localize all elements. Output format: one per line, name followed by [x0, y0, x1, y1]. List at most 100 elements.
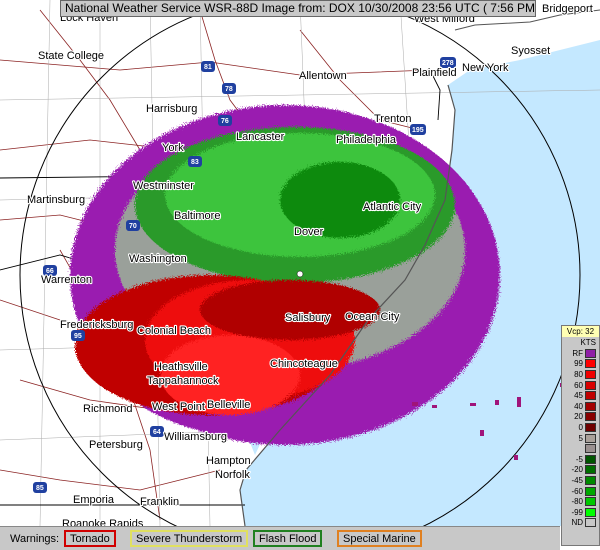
warnings-label: Warnings:: [10, 533, 60, 545]
city-richmond: Richmond: [83, 403, 133, 415]
shield-81-icon: 81: [201, 61, 215, 72]
city-norfolk: Norfolk: [215, 469, 250, 481]
svg-text:195: 195: [412, 127, 424, 134]
svg-text:95: 95: [74, 333, 82, 340]
shield-64-icon: 64: [150, 426, 164, 437]
svg-text:83: 83: [191, 159, 199, 166]
legend-entry-label: 60: [574, 380, 583, 390]
city-ocean-city: Ocean City: [345, 311, 400, 323]
svg-text:76: 76: [221, 118, 229, 125]
svg-text:64: 64: [153, 429, 161, 436]
city-chincoteague: Chincoteague: [270, 358, 338, 370]
city-williamsburg: Williamsburg: [164, 431, 227, 443]
city-dover: Dover: [294, 226, 324, 238]
shield-195-icon: 195: [410, 124, 426, 135]
special-marine-warning-button[interactable]: Special Marine: [337, 530, 422, 547]
legend-swatch: [585, 391, 596, 401]
legend-entry-label: 5: [578, 433, 583, 443]
legend-swatch: [585, 401, 596, 411]
city-plainfield: Plainfield: [412, 67, 457, 79]
legend-swatch: [585, 444, 596, 454]
city-bridgeport: Bridgeport: [542, 3, 593, 15]
legend-entry-label: -20: [571, 465, 583, 475]
shield-95-icon: 95: [71, 330, 85, 341]
city-atlantic-city: Atlantic City: [363, 201, 422, 213]
legend-entry: [562, 443, 599, 454]
city-westminster: Westminster: [133, 180, 194, 192]
legend-entry: 60: [562, 380, 599, 391]
city-emporia: Emporia: [73, 494, 115, 506]
legend-entry: 80: [562, 369, 599, 380]
svg-text:81: 81: [204, 64, 212, 71]
radar-echoes: [70, 105, 500, 445]
legend-swatch: [585, 433, 596, 443]
city-belleville: Belleville: [207, 399, 250, 411]
legend-entry-label: 20: [574, 412, 583, 422]
city-state-college: State College: [38, 50, 104, 62]
legend-swatch: [585, 497, 596, 507]
legend-entry-label: 0: [578, 422, 583, 432]
radar-title: National Weather Service WSR-88D Image f…: [65, 1, 536, 15]
svg-text:85: 85: [36, 485, 44, 492]
legend-swatch: [585, 454, 596, 464]
legend-entry: -60: [562, 486, 599, 497]
legend-entry-label: 40: [574, 401, 583, 411]
city-syosset: Syosset: [511, 45, 550, 57]
legend-entry-label: -80: [571, 497, 583, 507]
title-bar: National Weather Service WSR-88D Image f…: [60, 0, 536, 17]
city-allentown: Allentown: [299, 70, 347, 82]
city-washington: Washington: [129, 253, 187, 265]
legend-units: KTS: [580, 338, 596, 347]
legend-entry-label: -60: [571, 486, 583, 496]
legend-entry: RF: [562, 348, 599, 359]
city-petersburg: Petersburg: [89, 439, 143, 451]
city-colonial-beach: Colonial Beach: [137, 325, 211, 337]
legend-swatch: [585, 422, 596, 432]
legend-entry: -80: [562, 496, 599, 507]
city-salisbury: Salisbury: [285, 312, 331, 324]
severe-thunderstorm-warning-button[interactable]: Severe Thunderstorm: [130, 530, 249, 547]
legend-entry: 40: [562, 401, 599, 412]
legend-swatch: [585, 518, 596, 528]
radar-map: 81 78 76 83 70 66 95 195 64 85 278 Lock …: [0, 0, 600, 550]
city-philadelphia: Philadelphia: [336, 134, 397, 146]
legend-entry: 0: [562, 422, 599, 433]
legend-entry: 5: [562, 433, 599, 444]
legend-entry: -20: [562, 465, 599, 476]
city-hampton: Hampton: [206, 455, 251, 467]
legend-entry-label: RF: [572, 348, 583, 358]
flash-flood-warning-button[interactable]: Flash Flood: [253, 530, 323, 547]
legend-swatch: [585, 380, 596, 390]
svg-text:78: 78: [225, 86, 233, 93]
legend-entry-label: -99: [571, 507, 583, 517]
city-fredericksburg: Fredericksburg: [60, 319, 133, 331]
legend-entry-label: ND: [571, 518, 583, 528]
city-warrenton: Warrenton: [41, 274, 92, 286]
legend-swatch: [585, 507, 596, 517]
shield-83-icon: 83: [188, 156, 202, 167]
legend-entry-label: 80: [574, 369, 583, 379]
city-heathsville: Heathsville: [154, 361, 208, 373]
shield-78-icon: 78: [222, 83, 236, 94]
city-harrisburg: Harrisburg: [146, 103, 197, 115]
city-new-york: New York: [462, 62, 509, 74]
legend-entry: 99: [562, 359, 599, 370]
legend-entry: -5: [562, 454, 599, 465]
city-york: York: [162, 142, 184, 154]
legend-swatch: [585, 348, 596, 358]
legend-entry: 20: [562, 412, 599, 423]
tornado-warning-button[interactable]: Tornado: [64, 530, 116, 547]
legend-entry-label: -5: [575, 454, 583, 464]
city-baltimore: Baltimore: [174, 210, 220, 222]
legend-entry: 45: [562, 390, 599, 401]
svg-text:70: 70: [129, 223, 137, 230]
warnings-bar: Warnings: Tornado Severe Thunderstorm Fl…: [0, 526, 560, 550]
legend-entry: -99: [562, 507, 599, 518]
legend-entry-label: 45: [574, 391, 583, 401]
legend-swatch: [585, 412, 596, 422]
city-west-point: West Point: [152, 401, 205, 413]
legend-entry-label: 99: [574, 359, 583, 369]
vcp-header: Vcp: 32: [562, 326, 599, 337]
legend-entry-label: -45: [571, 475, 583, 485]
legend-swatch: [585, 465, 596, 475]
